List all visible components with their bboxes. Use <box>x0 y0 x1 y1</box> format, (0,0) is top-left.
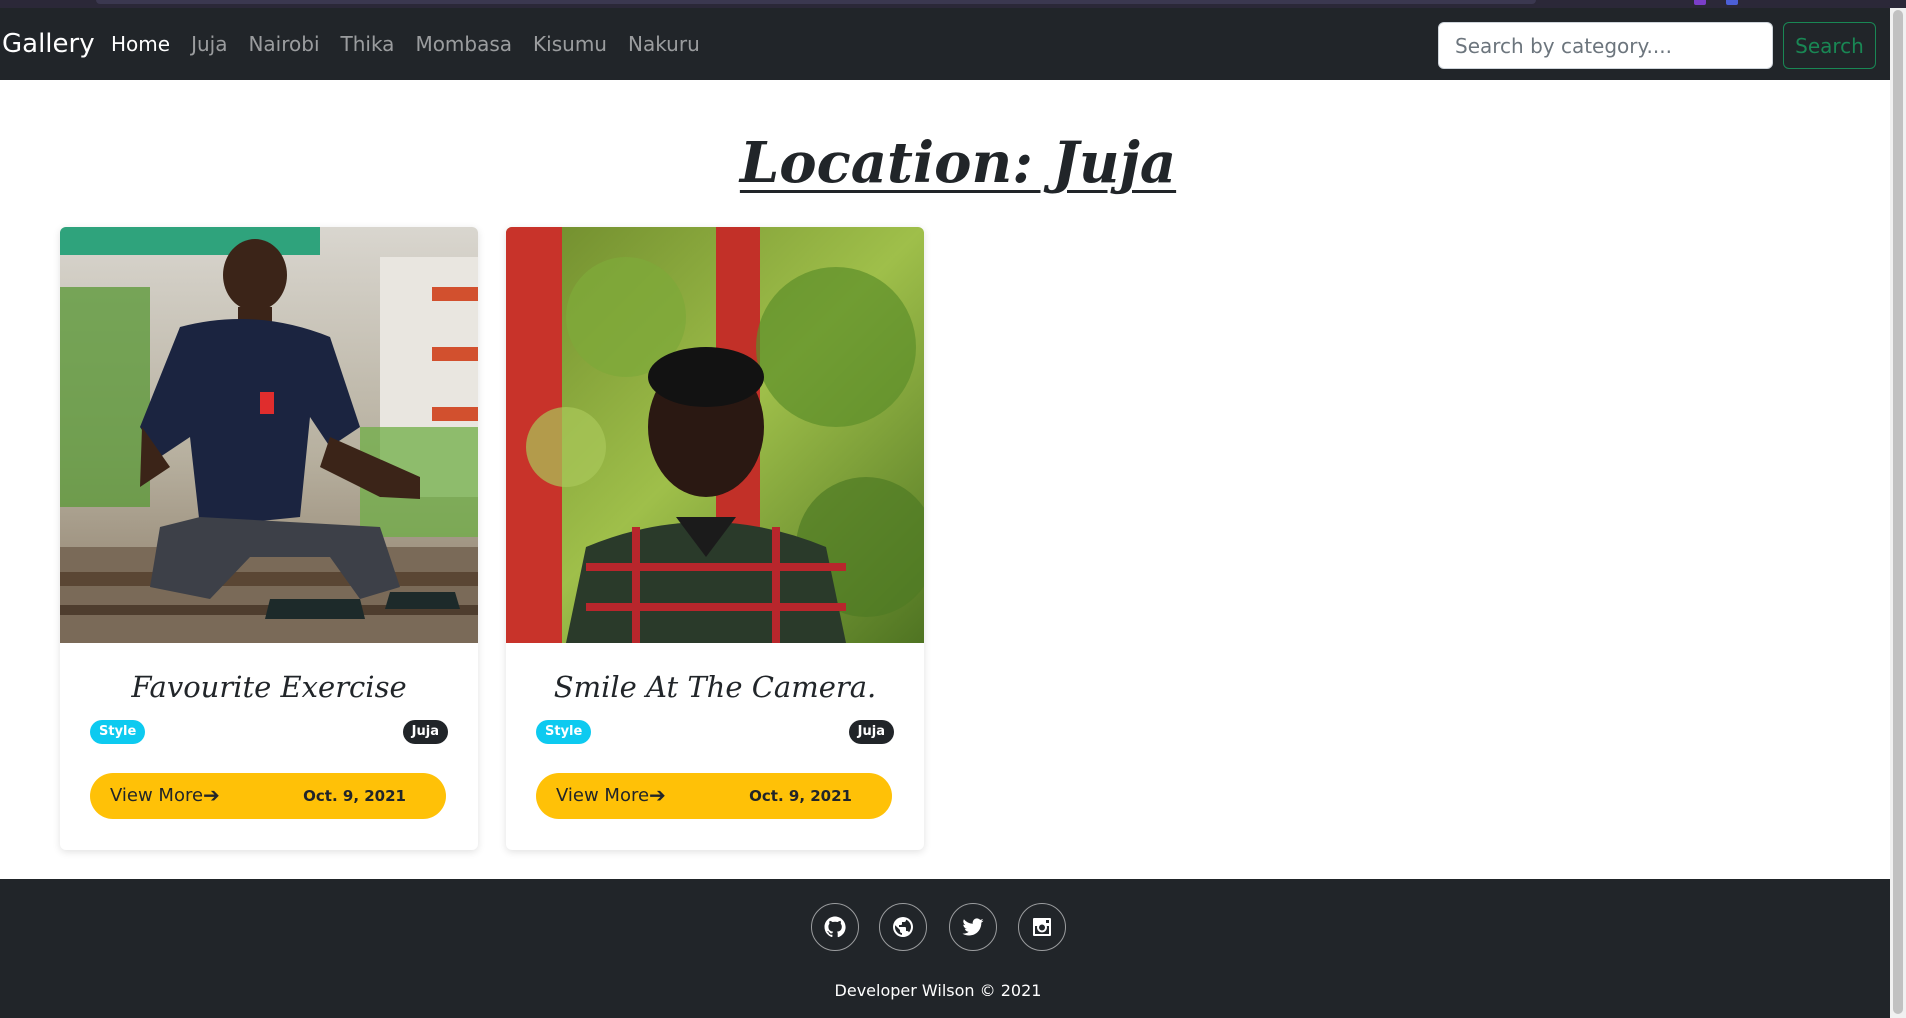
instagram-icon[interactable] <box>1018 903 1066 951</box>
image-card: Favourite Exercise Style Juja View More … <box>60 227 478 850</box>
card-photo[interactable] <box>60 227 478 643</box>
brand-link[interactable]: Gallery <box>2 29 95 59</box>
page-title: Location: Juja <box>739 130 1177 196</box>
twitter-icon[interactable] <box>949 903 997 951</box>
browser-tab-bar <box>96 0 1536 4</box>
navbar: Gallery Home Juja Nairobi Thika Mombasa … <box>0 8 1890 80</box>
footer: Developer Wilson © 2021 <box>0 879 1890 1018</box>
category-badge: Style <box>90 720 146 744</box>
nav-link-home[interactable]: Home <box>111 32 170 56</box>
card-photo[interactable] <box>506 227 924 643</box>
category-badge: Style <box>536 720 592 744</box>
image-card: Smile At The Camera. Style Juja View Mor… <box>506 227 924 850</box>
view-more-label: View More <box>110 785 204 806</box>
search-button[interactable]: Search <box>1783 22 1876 69</box>
view-more-label: View More <box>556 785 650 806</box>
nav-link-kisumu[interactable]: Kisumu <box>533 32 607 56</box>
arrow-right-icon: ➔ <box>203 783 220 807</box>
location-badge: Juja <box>848 720 894 744</box>
browser-tab-strip <box>0 0 1906 8</box>
nav-link-juja[interactable]: Juja <box>191 32 227 56</box>
card-title: Smile At The Camera. <box>553 670 877 704</box>
location-badge: Juja <box>402 720 448 744</box>
search-input[interactable] <box>1438 22 1773 69</box>
extension-icon[interactable] <box>1726 0 1738 5</box>
github-icon[interactable] <box>811 903 859 951</box>
view-more-button[interactable]: View More ➔ Oct. 9, 2021 <box>536 773 892 819</box>
nav-link-nakuru[interactable]: Nakuru <box>628 32 700 56</box>
globe-icon[interactable] <box>879 903 927 951</box>
nav-link-thika[interactable]: Thika <box>341 32 395 56</box>
card-date: Oct. 9, 2021 <box>303 787 406 805</box>
footer-copyright: Developer Wilson © 2021 <box>834 981 1042 1000</box>
nav-links: Home Juja Nairobi Thika Mombasa Kisumu N… <box>111 32 721 56</box>
extension-icon[interactable] <box>1694 0 1706 5</box>
card-date: Oct. 9, 2021 <box>749 787 852 805</box>
arrow-right-icon: ➔ <box>649 783 666 807</box>
view-more-button[interactable]: View More ➔ Oct. 9, 2021 <box>90 773 446 819</box>
card-title: Favourite Exercise <box>131 670 407 704</box>
nav-link-nairobi[interactable]: Nairobi <box>248 32 319 56</box>
nav-link-mombasa[interactable]: Mombasa <box>415 32 512 56</box>
